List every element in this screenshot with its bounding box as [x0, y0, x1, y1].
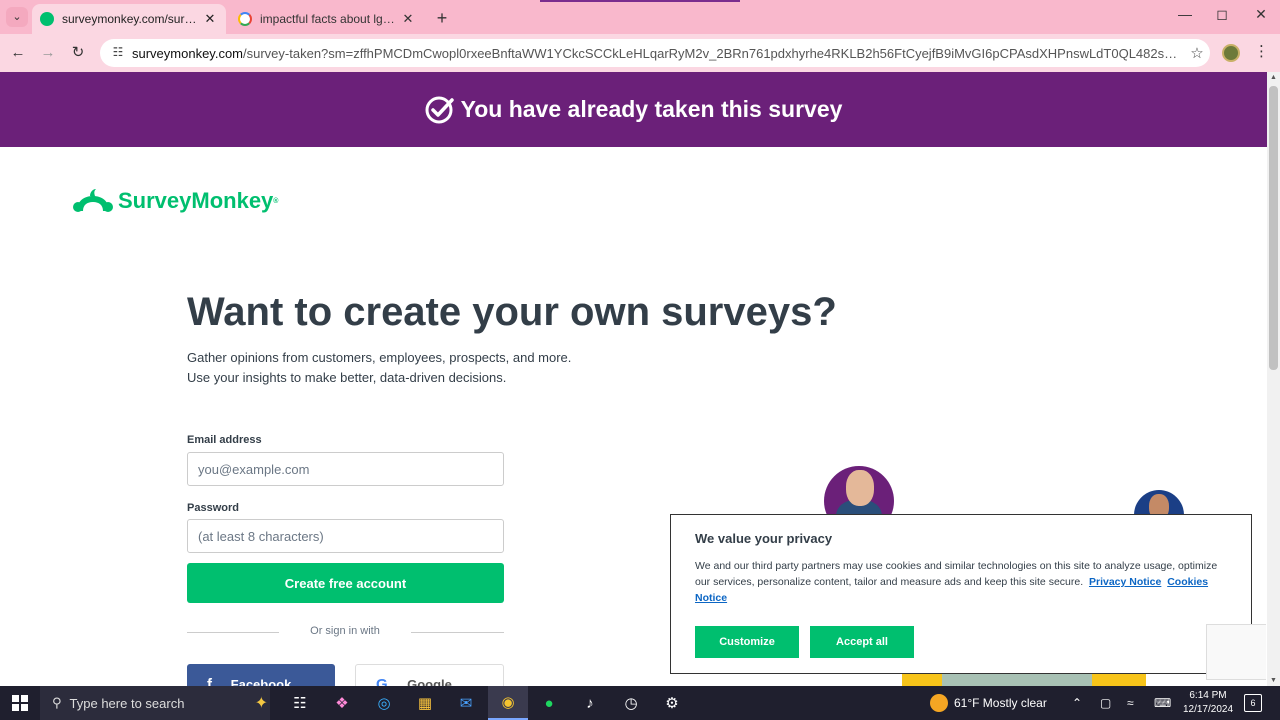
create-account-button[interactable]: Create free account [187, 563, 504, 603]
browser-toolbar: ← → ↻ ☷ surveymonkey.com/survey-taken?sm… [0, 34, 1280, 72]
minimize-icon[interactable]: — [1166, 6, 1204, 22]
weather-text: 61°F Mostly clear [954, 696, 1047, 710]
site-info-icon[interactable]: ☷ [110, 45, 126, 61]
keyboard-icon[interactable]: ⌨ [1154, 686, 1171, 720]
divider-right [411, 632, 504, 633]
scroll-up-icon[interactable]: ▲ [1270, 74, 1277, 81]
address-bar[interactable]: ☷ surveymonkey.com/survey-taken?sm=zffhP… [100, 39, 1210, 67]
back-arrow-icon[interactable]: ← [8, 43, 28, 63]
reload-icon[interactable]: ↻ [68, 43, 88, 63]
accept-all-button[interactable]: Accept all [810, 626, 914, 658]
task-view-icon[interactable]: ☷ [280, 686, 320, 720]
tab-search-chevron-icon[interactable]: ⌄ [6, 7, 28, 27]
close-window-icon[interactable]: ✕ [1242, 6, 1280, 23]
search-placeholder: Type here to search [69, 695, 185, 711]
browser-tab-bar: ⌄ surveymonkey.com/survey-taken ✕ impact… [0, 0, 1280, 34]
windows-start-icon[interactable] [0, 686, 40, 720]
forward-arrow-icon[interactable]: → [38, 43, 58, 63]
search-icon: ⚲ [52, 695, 62, 710]
menu-kebab-icon[interactable]: ⋮ [1254, 42, 1269, 60]
scroll-down-icon[interactable]: ▼ [1270, 677, 1277, 684]
privacy-notice-link[interactable]: Privacy Notice [1089, 576, 1161, 588]
tab-title: surveymonkey.com/survey-taken [62, 12, 198, 26]
windows-logo-icon [12, 695, 28, 711]
surveymonkey-logo[interactable]: SurveyMonkey ® [72, 186, 278, 216]
surveymonkey-favicon-icon [40, 12, 54, 26]
survey-taken-banner: You have already taken this survey [0, 72, 1267, 147]
tab-surveymonkey[interactable]: surveymonkey.com/survey-taken ✕ [32, 4, 226, 34]
privacy-body: We and our third party partners may use … [695, 558, 1227, 606]
taskbar-clock[interactable]: 6:14 PM 12/17/2024 [1176, 689, 1240, 717]
profile-avatar[interactable] [1222, 44, 1240, 62]
password-label: Password [187, 502, 239, 514]
close-tab-icon[interactable]: ✕ [400, 11, 416, 27]
tiktok-icon[interactable]: ♪ [570, 686, 610, 720]
privacy-title: We value your privacy [695, 531, 833, 546]
edge-icon[interactable]: ◎ [364, 686, 404, 720]
customize-button[interactable]: Customize [695, 626, 799, 658]
google-favicon-icon [238, 12, 252, 26]
weather-widget[interactable]: 61°F Mostly clear [930, 686, 1047, 720]
clock-time: 6:14 PM [1189, 690, 1227, 701]
banner-text: You have already taken this survey [460, 96, 843, 122]
clock-date: 12/17/2024 [1182, 704, 1234, 715]
page-scrollbar[interactable]: ▲ ▼ [1267, 72, 1280, 686]
notification-count: 6 [1250, 698, 1256, 708]
privacy-dialog: We value your privacy We and our third p… [670, 514, 1252, 674]
scrollbar-thumb[interactable] [1269, 86, 1278, 370]
copilot-sparkle-icon: ✦ [254, 695, 268, 712]
notification-center-icon[interactable]: 6 [1244, 694, 1262, 712]
divider-left [187, 632, 279, 633]
maximize-icon[interactable]: ◻ [1203, 6, 1241, 23]
email-field[interactable] [187, 452, 504, 486]
clock-app-icon[interactable]: ◷ [611, 686, 651, 720]
recaptcha-badge[interactable] [1206, 624, 1266, 680]
tab-title: impactful facts about lgbtq - Google Sea… [260, 12, 396, 26]
monkey-logo-icon [73, 189, 113, 212]
sign-in-with-text: Or sign in with [310, 625, 380, 637]
show-hidden-icons-chevron-icon[interactable]: ⌃ [1072, 686, 1082, 720]
copilot-icon[interactable]: ❖ [322, 686, 362, 720]
hero-line-2: Use your insights to make better, data-d… [187, 370, 507, 385]
tab-google-search[interactable]: impactful facts about lgbtq - Google Sea… [230, 4, 424, 34]
meet-now-icon[interactable]: ▢ [1100, 686, 1111, 720]
bookmark-star-icon[interactable]: ☆ [1184, 44, 1210, 62]
hero-line-1: Gather opinions from customers, employee… [187, 350, 572, 365]
email-label: Email address [187, 434, 262, 446]
privacy-buttons: Customize Accept all [695, 626, 914, 658]
close-tab-icon[interactable]: ✕ [202, 11, 218, 27]
new-tab-plus-icon[interactable]: + [432, 8, 452, 29]
logo-text: SurveyMonkey [118, 188, 274, 213]
wifi-icon[interactable]: ≈ [1127, 686, 1134, 720]
page-title: Want to create your own surveys? [187, 290, 837, 334]
settings-gear-icon[interactable]: ⚙ [652, 686, 692, 720]
windows-taskbar: ⚲ Type here to search ✦ ☷ ❖ ◎ ▦ ✉ ◉ ● ♪ … [0, 686, 1280, 720]
password-field[interactable] [187, 519, 504, 553]
url-path: /survey-taken?sm=zffhPMCDmCwopl0rxeeBnft… [243, 45, 1184, 61]
chrome-icon[interactable]: ◉ [488, 686, 528, 720]
taskbar-search[interactable]: ⚲ Type here to search ✦ [40, 686, 270, 720]
outlook-icon[interactable]: ✉ [446, 686, 486, 720]
url-domain: surveymonkey.com [132, 45, 244, 61]
url-text: surveymonkey.com/survey-taken?sm=zffhPMC… [132, 46, 1184, 61]
tab-bar-accent [540, 0, 740, 2]
spotify-icon[interactable]: ● [529, 686, 569, 720]
weather-moon-icon [930, 694, 948, 712]
store-icon[interactable]: ▦ [405, 686, 445, 720]
check-circle-icon [425, 96, 454, 123]
registered-mark: ® [273, 197, 279, 205]
